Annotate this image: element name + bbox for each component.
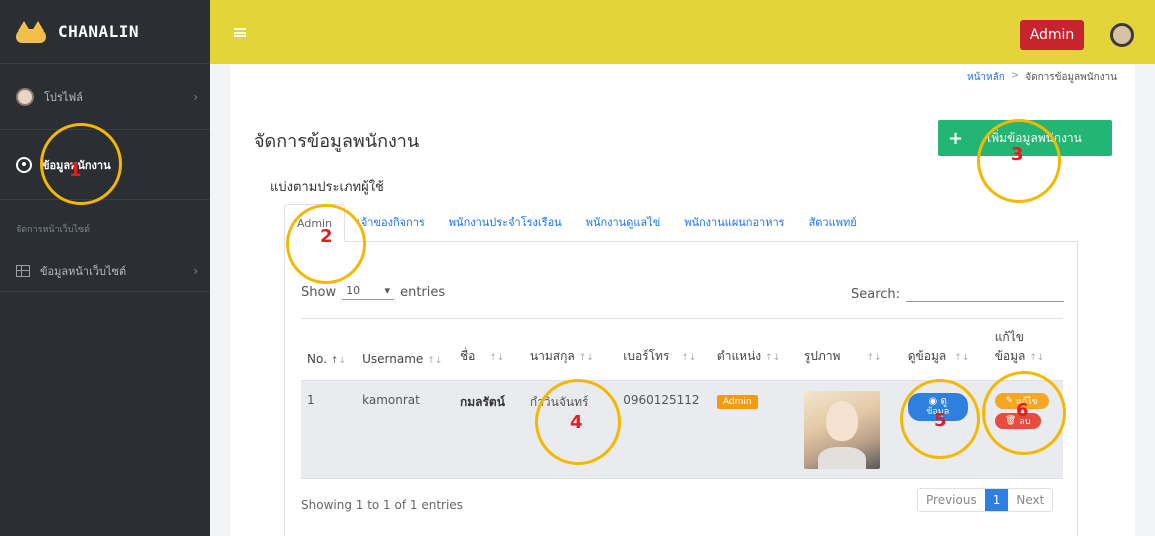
next-page-button[interactable]: Next: [1008, 489, 1052, 511]
sidebar-item-label: โปรไฟล์: [44, 90, 83, 104]
eye-icon: ◉ ดู: [928, 396, 947, 408]
trash-icon: 🗑: [1004, 416, 1017, 426]
cell-photo: [797, 380, 902, 479]
column-header-edit[interactable]: แก้ไข ข้อมูล ↑↓: [988, 318, 1063, 381]
breadcrumb: หน้าหลัก > จัดการข้อมูลพนักงาน: [967, 70, 1117, 85]
previous-page-button[interactable]: Previous: [918, 489, 985, 511]
user-type-tabs: Admin เจ้าของกิจการ พนักงานประจำโรงเรือน…: [284, 204, 1078, 242]
employee-photo: [803, 391, 880, 469]
annotation-number: 3: [1011, 144, 1024, 165]
caret-down-icon: ▾: [384, 284, 391, 297]
column-header-view[interactable]: ดูข้อมูล ↑↓: [901, 318, 989, 381]
annotation-number: 5: [934, 410, 947, 431]
brand[interactable]: CHANALIN: [0, 0, 210, 64]
tab-veterinarian[interactable]: สัตวแพทย์: [797, 203, 869, 241]
tab-admin[interactable]: Admin: [284, 204, 346, 242]
main-content: หน้าหลัก > จัดการข้อมูลพนักงาน จัดการข้อ…: [230, 64, 1135, 536]
sidebar-item-website-data[interactable]: ข้อมูลหน้าเว็บไซต์ ›: [0, 250, 210, 292]
annotation-number: 1: [69, 160, 82, 181]
position-badge: Admin: [716, 395, 758, 409]
table-row: 1 kamonrat กมลรัตน์ กำวินจันทร์ 09601251…: [301, 380, 1063, 479]
show-label: Show: [301, 284, 337, 300]
tab-food-staff[interactable]: พนักงานแผนกอาหาร: [672, 203, 796, 241]
column-header-surname[interactable]: นามสกุล ↑↓: [523, 318, 618, 381]
plus-icon: +: [948, 127, 964, 149]
topbar: Admin: [210, 0, 1155, 64]
pencil-icon: ✎: [1005, 396, 1013, 406]
entries-label: entries: [400, 284, 446, 300]
entries-value: 10: [346, 284, 361, 297]
search-label: Search:: [851, 287, 901, 302]
page-title: จัดการข้อมูลพนักงาน: [254, 131, 420, 152]
menu-icon[interactable]: [234, 28, 246, 37]
breadcrumb-separator: >: [1010, 70, 1020, 81]
column-header-photo[interactable]: รูปภาพ ↑↓: [797, 318, 902, 381]
sidebar-section-title: จัดการหน้าเว็บไซต์: [16, 225, 90, 235]
add-employee-label: เพิ่มข้อมูลพนักงาน: [987, 130, 1082, 145]
cell-phone: 0960125112: [617, 380, 711, 479]
user-circle-icon: [16, 156, 32, 173]
entries-control: Show 10 ▾ entries: [301, 284, 445, 300]
annotation-number: 6: [1016, 400, 1029, 421]
cell-position: Admin: [710, 380, 798, 479]
cat-logo-icon: [16, 20, 46, 43]
user-type-heading: แบ่งตามประเภทผู้ใช้: [270, 180, 384, 195]
cell-name: กมลรัตน์: [453, 380, 524, 479]
column-header-username[interactable]: Username ↑↓: [356, 318, 454, 381]
annotation-number: 2: [320, 226, 333, 247]
tab-owner[interactable]: เจ้าของกิจการ: [345, 203, 437, 241]
tab-panel: Show 10 ▾ entries Search: No. ↑↓ Username…: [284, 242, 1078, 536]
sidebar-item-profile[interactable]: โปรไฟล์ ›: [0, 64, 210, 130]
breadcrumb-current: จัดการข้อมูลพนักงาน: [1025, 72, 1117, 83]
page-1-button[interactable]: 1: [984, 489, 1009, 511]
breadcrumb-home-link[interactable]: หน้าหลัก: [967, 70, 1005, 85]
annotation-number: 4: [570, 412, 583, 433]
grid-icon: [16, 264, 30, 277]
table-header-row: No. ↑↓ Username ↑↓ ชื่อ ↑↓ นามสกุล ↑↓ เบอร์โ…: [301, 318, 1063, 381]
search-control: Search:: [851, 282, 1065, 302]
cell-no: 1: [301, 380, 357, 479]
cell-username: kamonrat: [356, 380, 454, 479]
employees-table: No. ↑↓ Username ↑↓ ชื่อ ↑↓ นามสกุล ↑↓ เบอร์โ…: [301, 318, 1063, 479]
column-header-phone[interactable]: เบอร์โทร ↑↓: [617, 318, 711, 381]
column-header-name[interactable]: ชื่อ ↑↓: [453, 318, 524, 381]
avatar-icon: [16, 87, 34, 106]
add-employee-button[interactable]: + เพิ่มข้อมูลพนักงาน: [938, 120, 1112, 156]
user-avatar[interactable]: [1110, 23, 1134, 47]
sidebar-item-employees[interactable]: ข้อมูลพนักงาน: [0, 130, 210, 200]
entries-select[interactable]: 10 ▾: [342, 284, 395, 300]
pagination: Previous 1 Next: [917, 488, 1054, 512]
tab-house-staff[interactable]: พนักงานประจำโรงเรือน: [437, 203, 574, 241]
cell-actions: ✎ แก้ไข 🗑 ลบ: [988, 380, 1063, 479]
table-info: Showing 1 to 1 of 1 entries: [301, 498, 463, 512]
tab-egg-staff[interactable]: พนักงานดูแลไข่: [574, 203, 673, 241]
chevron-right-icon: ›: [193, 263, 198, 278]
search-input[interactable]: [906, 282, 1065, 302]
chevron-right-icon: ›: [193, 89, 198, 104]
sidebar-item-label: ข้อมูลหน้าเว็บไซต์: [40, 264, 127, 278]
brand-name: CHANALIN: [58, 22, 140, 41]
admin-button[interactable]: Admin: [1020, 20, 1084, 50]
column-header-no[interactable]: No. ↑↓: [301, 318, 357, 381]
sidebar: CHANALIN โปรไฟล์ › ข้อมูลพนักงาน จัดการห…: [0, 0, 210, 536]
column-header-position[interactable]: ตำแหน่ง ↑↓: [710, 318, 798, 381]
